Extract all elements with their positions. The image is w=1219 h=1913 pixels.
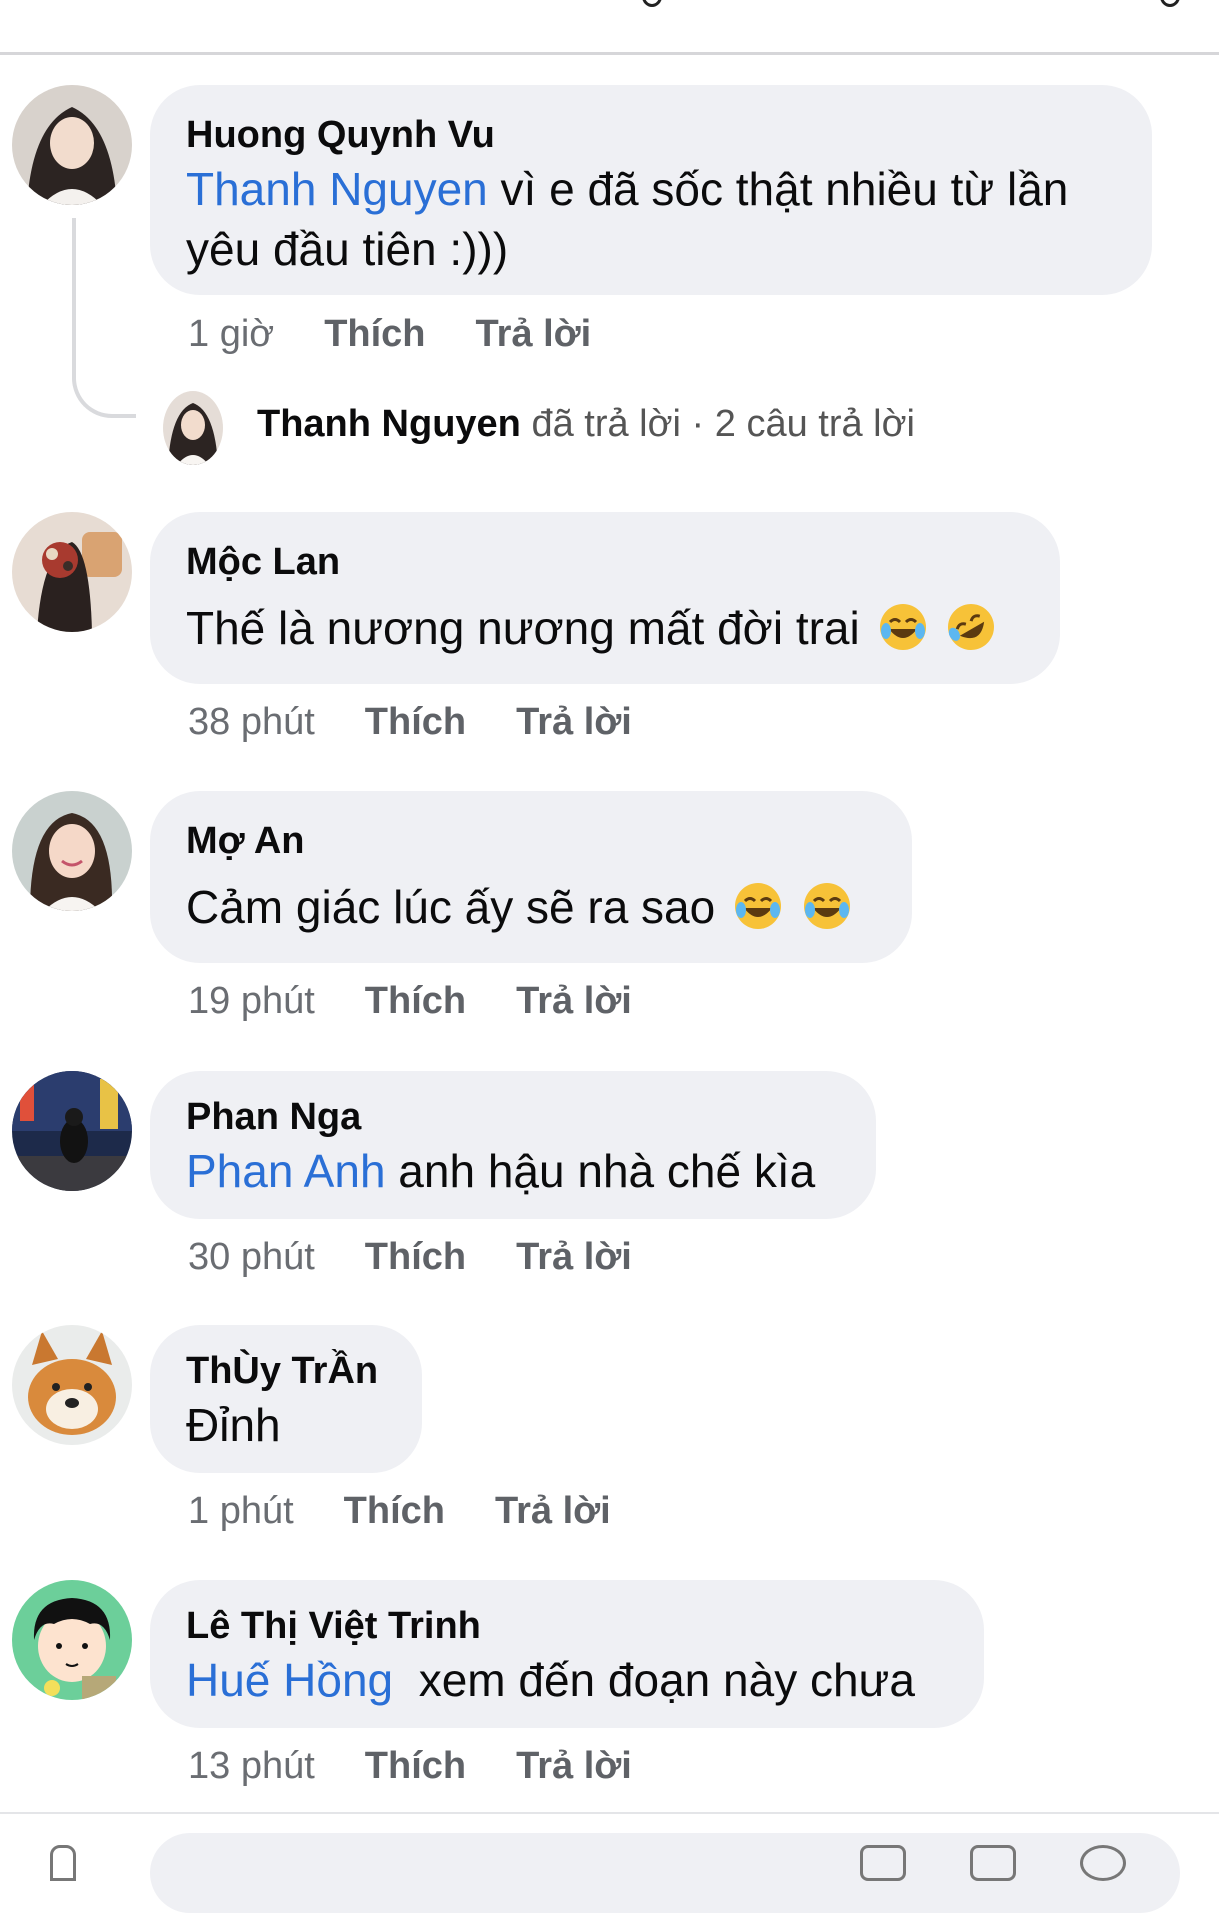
camera-icon[interactable]	[50, 1845, 76, 1881]
comment-actions: 13 phút Thích Trả lời	[188, 1745, 682, 1788]
reply-button[interactable]: Trả lời	[516, 980, 632, 1022]
reply-button[interactable]: Trả lời	[516, 701, 632, 743]
face-with-tears-of-joy-icon	[735, 883, 782, 929]
face-with-tears-of-joy-icon	[803, 883, 850, 929]
comment-text: Đỉnh	[186, 1395, 386, 1455]
comment-body: Thế là nương nương mất đời trai	[186, 602, 860, 654]
cutoff-glyph	[1160, 0, 1180, 7]
reply-button[interactable]: Trả lời	[495, 1490, 611, 1532]
comment-input[interactable]	[150, 1833, 1180, 1913]
like-button[interactable]: Thích	[365, 980, 466, 1022]
reply-action: đã trả lời	[520, 403, 681, 445]
comment-body: Cảm giác lúc ấy sẽ ra sao	[186, 881, 716, 933]
avatar[interactable]	[12, 512, 132, 632]
comment-author[interactable]: Mợ An	[186, 817, 876, 865]
comment-bubble[interactable]: Mộc Lan Thế là nương nương mất đời trai	[150, 512, 1060, 684]
like-button[interactable]: Thích	[365, 1236, 466, 1278]
avatar[interactable]	[12, 1580, 132, 1700]
avatar[interactable]	[12, 1071, 132, 1191]
mention-link[interactable]: Thanh Nguyen	[186, 163, 488, 215]
comment-bubble[interactable]: Huong Quynh Vu Thanh Nguyen vì e đã sốc …	[150, 85, 1152, 295]
comment-text: Cảm giác lúc ấy sẽ ra sao	[186, 877, 876, 937]
reply-count: · 2 câu trả lời	[680, 403, 915, 445]
avatar[interactable]	[12, 1325, 132, 1445]
comment-text: Thế là nương nương mất đời trai	[186, 598, 1024, 658]
comment-time: 1 phút	[188, 1490, 294, 1532]
reply-summary-text: Thanh Nguyen đã trả lời · 2 câu trả lời	[257, 403, 915, 446]
comment-time: 19 phút	[188, 980, 315, 1022]
like-button[interactable]: Thích	[365, 701, 466, 743]
comment-actions: 1 phút Thích Trả lời	[188, 1490, 661, 1533]
face-with-tears-of-joy-icon	[879, 604, 926, 650]
emoji-icon[interactable]	[1080, 1845, 1126, 1881]
thread-connector	[72, 218, 136, 418]
avatar[interactable]	[12, 791, 132, 911]
reply-author: Thanh Nguyen	[257, 403, 521, 445]
reply-avatar	[163, 391, 223, 465]
comment-actions: 30 phút Thích Trả lời	[188, 1236, 682, 1279]
sticker-icon[interactable]	[860, 1845, 906, 1881]
comment-time: 38 phút	[188, 701, 315, 743]
top-bar	[0, 0, 1219, 55]
comment-text: Huế Hồng xem đến đoạn này chưa	[186, 1650, 948, 1710]
mention-link[interactable]: Huế Hồng	[186, 1654, 393, 1706]
comment-actions: 19 phút Thích Trả lời	[188, 980, 682, 1023]
comment-actions: 1 giờ Thích Trả lời	[188, 313, 641, 356]
like-button[interactable]: Thích	[365, 1745, 466, 1787]
comment-body: xem đến đoạn này chưa	[393, 1654, 915, 1706]
gif-icon[interactable]	[970, 1845, 1016, 1881]
comment-bubble[interactable]: ThÙy TrẦn Đỉnh	[150, 1325, 422, 1473]
comment-text: Phan Anh anh hậu nhà chế kìa	[186, 1141, 840, 1201]
comment-author[interactable]: Phan Nga	[186, 1093, 840, 1141]
comment-text: Thanh Nguyen vì e đã sốc thật nhiều từ l…	[186, 159, 1116, 279]
reply-button[interactable]: Trả lời	[476, 313, 592, 355]
comment-time: 30 phút	[188, 1236, 315, 1278]
comment-actions: 38 phút Thích Trả lời	[188, 701, 682, 744]
reply-button[interactable]: Trả lời	[516, 1745, 632, 1787]
comment-author[interactable]: Mộc Lan	[186, 538, 1024, 586]
mention-link[interactable]: Phan Anh	[186, 1145, 386, 1197]
reply-button[interactable]: Trả lời	[516, 1236, 632, 1278]
comment-time: 1 giờ	[188, 313, 275, 355]
comment-time: 13 phút	[188, 1745, 315, 1787]
rolling-on-floor-laughing-icon	[948, 604, 995, 650]
comment-bubble[interactable]: Mợ An Cảm giác lúc ấy sẽ ra sao	[150, 791, 912, 963]
composer-divider	[0, 1812, 1219, 1814]
comment-bubble[interactable]: Phan Nga Phan Anh anh hậu nhà chế kìa	[150, 1071, 876, 1219]
like-button[interactable]: Thích	[324, 313, 425, 355]
comment-author[interactable]: ThÙy TrẦn	[186, 1347, 386, 1395]
cutoff-glyph	[642, 0, 662, 7]
avatar[interactable]	[12, 85, 132, 205]
comment-author[interactable]: Huong Quynh Vu	[186, 111, 1116, 159]
comment-author[interactable]: Lê Thị Việt Trinh	[186, 1602, 948, 1650]
comment-bubble[interactable]: Lê Thị Việt Trinh Huế Hồng xem đến đoạn …	[150, 1580, 984, 1728]
comment-body: Đỉnh	[186, 1399, 281, 1451]
like-button[interactable]: Thích	[344, 1490, 445, 1532]
comment-body: anh hậu nhà chế kìa	[385, 1145, 816, 1197]
